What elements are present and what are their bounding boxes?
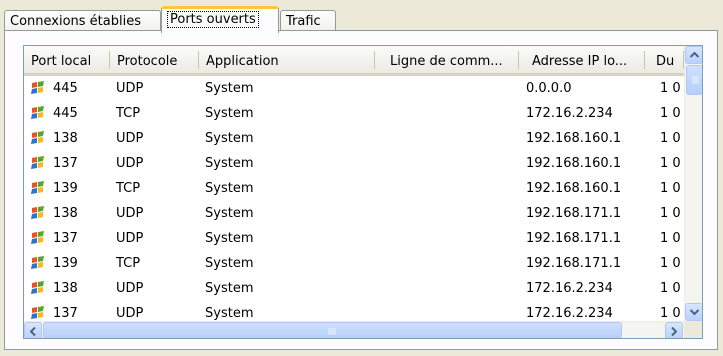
chevron-left-icon — [30, 326, 36, 336]
scrollbar-corner — [684, 321, 702, 338]
cell-application: System — [205, 206, 254, 221]
table-row[interactable]: 138 UDP System 172.16.2.234 1 0 — [24, 276, 684, 301]
cell-protocole: UDP — [116, 156, 144, 171]
cell-port-local: 445 — [53, 81, 78, 96]
cell-protocole: UDP — [116, 281, 144, 296]
table-row[interactable]: 445 UDP System 0.0.0.0 1 0 — [24, 76, 684, 101]
cell-port-local: 138 — [53, 131, 78, 146]
cell-adresse-ip-locale: 0.0.0.0 — [526, 81, 572, 96]
cell-adresse-ip-locale: 192.168.171.1 — [526, 231, 622, 246]
windows-flag-icon — [30, 155, 46, 171]
cell-application: System — [205, 181, 254, 196]
cell-du: 1 0 — [660, 81, 681, 96]
column-header-du[interactable]: Du — [645, 46, 684, 73]
ports-list-view[interactable]: Port local Protocole Application Ligne d… — [23, 45, 703, 339]
cell-adresse-ip-locale: 192.168.160.1 — [526, 131, 622, 146]
column-header-port-local[interactable]: Port local — [24, 46, 110, 73]
windows-flag-icon — [30, 105, 46, 121]
windows-flag-icon — [30, 255, 46, 271]
cell-protocole: UDP — [116, 206, 144, 221]
windows-flag-icon — [30, 305, 46, 321]
scroll-down-button[interactable] — [685, 303, 702, 321]
table-row[interactable]: 138 UDP System 192.168.160.1 1 0 — [24, 126, 684, 151]
cell-application: System — [205, 231, 254, 246]
scroll-up-button[interactable] — [685, 46, 702, 64]
cell-application: System — [205, 156, 254, 171]
column-header-ligne-de-commande[interactable]: Ligne de comm... — [375, 46, 519, 73]
cell-adresse-ip-locale: 192.168.171.1 — [526, 206, 622, 221]
cell-du: 1 0 — [660, 256, 681, 271]
cell-adresse-ip-locale: 172.16.2.234 — [526, 306, 613, 321]
cell-application: System — [205, 106, 254, 121]
cell-application: System — [205, 281, 254, 296]
windows-flag-icon — [30, 230, 46, 246]
scroll-left-button[interactable] — [24, 322, 42, 338]
tab-trafic[interactable]: Trafic — [280, 10, 336, 32]
cell-du: 1 0 — [660, 231, 681, 246]
horizontal-scrollbar[interactable] — [24, 321, 684, 338]
cell-du: 1 0 — [660, 106, 681, 121]
vertical-scroll-thumb[interactable] — [686, 65, 702, 95]
grip-icon — [328, 328, 336, 335]
table-row[interactable]: 137 UDP System 192.168.171.1 1 0 — [24, 226, 684, 251]
scroll-right-button[interactable] — [665, 322, 683, 338]
cell-du: 1 0 — [660, 131, 681, 146]
table-row[interactable]: 139 TCP System 192.168.160.1 1 0 — [24, 176, 684, 201]
cell-port-local: 138 — [53, 281, 78, 296]
grip-icon — [692, 76, 699, 84]
cell-du: 1 0 — [660, 181, 681, 196]
column-header-adresse-ip-locale[interactable]: Adresse IP lo... — [519, 46, 645, 73]
table-row[interactable]: 445 TCP System 172.16.2.234 1 0 — [24, 101, 684, 126]
cell-adresse-ip-locale: 192.168.160.1 — [526, 181, 622, 196]
vertical-scrollbar[interactable] — [684, 46, 702, 321]
cell-protocole: TCP — [116, 106, 141, 121]
cell-port-local: 137 — [53, 231, 78, 246]
cell-application: System — [205, 81, 254, 96]
table-row[interactable]: 138 UDP System 192.168.171.1 1 0 — [24, 201, 684, 226]
table-row[interactable]: 137 UDP System 192.168.160.1 1 0 — [24, 151, 684, 176]
cell-application: System — [205, 131, 254, 146]
cell-application: System — [205, 256, 254, 271]
cell-adresse-ip-locale: 192.168.160.1 — [526, 156, 622, 171]
cell-du: 1 0 — [660, 206, 681, 221]
cell-du: 1 0 — [660, 281, 681, 296]
list-header: Port local Protocole Application Ligne d… — [24, 46, 684, 76]
windows-flag-icon — [30, 80, 46, 96]
tab-ports-ouverts[interactable]: Ports ouverts — [161, 6, 279, 33]
windows-flag-icon — [30, 205, 46, 221]
windows-flag-icon — [30, 130, 46, 146]
tab-ports-ouverts-label: Ports ouverts — [167, 11, 259, 28]
cell-adresse-ip-locale: 192.168.171.1 — [526, 256, 622, 271]
cell-du: 1 0 — [660, 306, 681, 321]
column-header-protocole[interactable]: Protocole — [110, 46, 199, 73]
cell-adresse-ip-locale: 172.16.2.234 — [526, 281, 613, 296]
cell-application: System — [205, 306, 254, 321]
cell-protocole: UDP — [116, 81, 144, 96]
cell-protocole: TCP — [116, 181, 141, 196]
windows-flag-icon — [30, 180, 46, 196]
cell-protocole: UDP — [116, 231, 144, 246]
column-header-application[interactable]: Application — [199, 46, 375, 73]
cell-du: 1 0 — [660, 156, 681, 171]
list-rows: 445 UDP System 0.0.0.0 1 0 445 TCP System 172.16… — [24, 76, 684, 326]
cell-port-local: 137 — [53, 156, 78, 171]
cell-protocole: UDP — [116, 131, 144, 146]
cell-port-local: 445 — [53, 106, 78, 121]
table-row[interactable]: 139 TCP System 192.168.171.1 1 0 — [24, 251, 684, 276]
windows-flag-icon — [30, 280, 46, 296]
cell-port-local: 137 — [53, 306, 78, 321]
tab-panel: Port local Protocole Application Ligne d… — [4, 30, 718, 350]
chevron-up-icon — [689, 52, 699, 58]
cell-port-local: 138 — [53, 206, 78, 221]
cell-port-local: 139 — [53, 256, 78, 271]
chevron-right-icon — [671, 326, 677, 336]
cell-adresse-ip-locale: 172.16.2.234 — [526, 106, 613, 121]
horizontal-scroll-thumb[interactable] — [43, 322, 622, 338]
tab-connexions-etablies[interactable]: Connexions établies — [4, 10, 161, 32]
cell-protocole: UDP — [116, 306, 144, 321]
cell-protocole: TCP — [116, 256, 141, 271]
chevron-down-icon — [689, 309, 699, 315]
cell-port-local: 139 — [53, 181, 78, 196]
